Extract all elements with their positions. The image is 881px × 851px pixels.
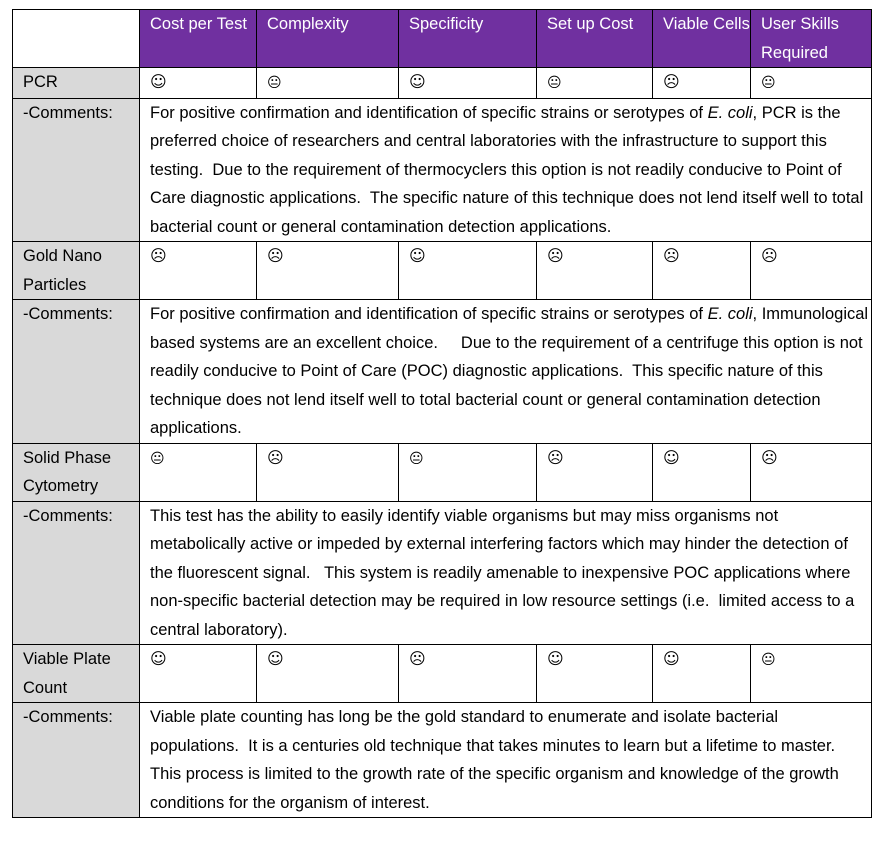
header-complexity: Complexity: [256, 9, 399, 68]
header-specificity: Specificity: [398, 9, 537, 68]
rating-cell: ☺: [256, 644, 399, 703]
rating-cell: ☹: [750, 442, 872, 502]
method-name: Viable Plate Count: [12, 644, 140, 703]
comment-row: -Comments: For positive confirmation and…: [12, 299, 873, 444]
frowning-face-icon: ☹: [267, 246, 284, 265]
comment-text: For positive confirmation and identifica…: [139, 299, 873, 444]
rating-cell: 😐: [398, 442, 537, 502]
corner-cell: [12, 9, 140, 68]
header-set-up-cost: Set up Cost: [536, 9, 653, 68]
comment-label: -Comments:: [12, 702, 140, 818]
header-user-skills: User Skills Required: [750, 9, 872, 68]
smiley-face-icon: ☺: [663, 649, 680, 668]
smiley-face-icon: ☺: [150, 649, 167, 668]
method-name: Solid Phase Cytometry: [12, 442, 140, 502]
comment-label: -Comments:: [12, 299, 140, 444]
smiley-face-icon: ☺: [547, 649, 564, 668]
neutral-face-icon: 😐: [547, 75, 562, 91]
header-row: Cost per Test Complexity Specificity Set…: [12, 9, 872, 68]
rating-cell: ☺: [398, 241, 537, 300]
frowning-face-icon: ☹: [547, 447, 564, 467]
comment-text-part: For positive confirmation and identifica…: [150, 305, 708, 323]
neutral-face-icon: 😐: [267, 75, 282, 91]
rating-cell: ☹: [139, 241, 257, 300]
rating-cell: ☹: [536, 241, 653, 300]
species-name: E. coli: [707, 305, 753, 323]
header-viable-cells: Viable Cells: [652, 9, 751, 68]
rating-cell: ☹: [256, 241, 399, 300]
neutral-face-icon: 😐: [761, 652, 776, 668]
header-cost-per-test: Cost per Test: [139, 9, 257, 68]
rating-cell: ☺: [536, 644, 653, 703]
neutral-face-icon: 😐: [150, 450, 165, 467]
species-name: E. coli: [707, 103, 753, 122]
rating-row-0: PCR ☺ 😐 ☺ 😐 ☹ 😐: [12, 67, 872, 99]
frowning-face-icon: ☹: [663, 72, 680, 91]
smiley-face-icon: ☺: [267, 649, 284, 668]
frowning-face-icon: ☹: [663, 246, 680, 265]
method-name: Gold Nano Particles: [12, 241, 140, 300]
comparison-table: Cost per Test Complexity Specificity Set…: [12, 9, 872, 818]
comment-text-part: , PCR is the preferred choice of researc…: [150, 103, 868, 236]
comment-text-part: Viable plate counting has long be the go…: [150, 708, 845, 812]
rating-cell: ☹: [652, 67, 751, 99]
rating-cell: 😐: [750, 67, 872, 99]
rating-cell: 😐: [256, 67, 399, 99]
smiley-face-icon: ☺: [150, 72, 167, 91]
rating-cell: ☺: [652, 442, 751, 502]
rating-cell: ☺: [652, 644, 751, 703]
smiley-face-icon: ☺: [409, 246, 426, 265]
comment-row: -Comments: Viable plate counting has lon…: [12, 702, 872, 818]
rating-cell: ☹: [256, 442, 399, 502]
frowning-face-icon: ☹: [761, 246, 778, 265]
rating-cell: ☺: [398, 67, 537, 99]
comment-label: -Comments:: [12, 500, 140, 645]
frowning-face-icon: ☹: [150, 246, 167, 265]
comment-label: -Comments:: [12, 97, 140, 242]
rating-row-1: Gold Nano Particles ☹ ☹ ☺ ☹ ☹ ☹: [12, 241, 872, 300]
comment-text-part: For positive confirmation and identifica…: [150, 103, 708, 122]
rating-cell: ☹: [750, 241, 872, 300]
comment-row: -Comments: For positive confirmation and…: [12, 97, 872, 242]
comment-text-part: , Immunological based systems are an exc…: [150, 305, 873, 437]
method-name: PCR: [12, 67, 140, 99]
neutral-face-icon: 😐: [409, 450, 424, 467]
smiley-face-icon: ☺: [409, 72, 426, 91]
comment-row: -Comments: This test has the ability to …: [12, 500, 872, 645]
rating-row-3: Viable Plate Count ☺ ☺ ☹ ☺ ☺ 😐: [12, 644, 872, 703]
frowning-face-icon: ☹: [547, 246, 564, 265]
smiley-face-icon: ☺: [663, 447, 680, 467]
frowning-face-icon: ☹: [409, 649, 426, 668]
rating-row-2: Solid Phase Cytometry 😐 ☹ 😐 ☹ ☺ ☹: [12, 442, 872, 502]
neutral-face-icon: 😐: [761, 75, 776, 91]
rating-cell: 😐: [750, 644, 872, 703]
comment-text: This test has the ability to easily iden…: [139, 500, 872, 645]
rating-cell: ☹: [398, 644, 537, 703]
comment-text-part: This test has the ability to easily iden…: [150, 506, 859, 639]
rating-cell: ☹: [536, 442, 653, 502]
rating-cell: ☹: [652, 241, 751, 300]
frowning-face-icon: ☹: [761, 447, 778, 467]
frowning-face-icon: ☹: [267, 447, 284, 467]
rating-cell: ☺: [139, 644, 257, 703]
rating-cell: ☺: [139, 67, 257, 99]
rating-cell: 😐: [536, 67, 653, 99]
comment-text: Viable plate counting has long be the go…: [139, 702, 872, 818]
comment-text: For positive confirmation and identifica…: [139, 97, 872, 242]
rating-cell: 😐: [139, 442, 257, 502]
